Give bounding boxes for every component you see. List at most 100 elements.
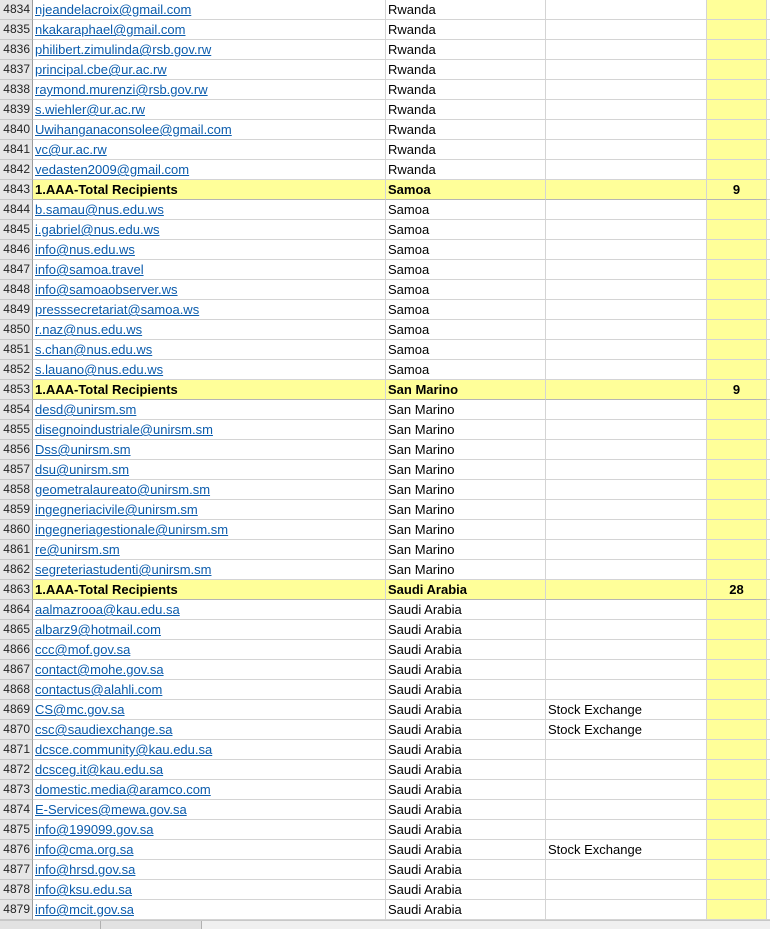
row-number[interactable]: 4834 (0, 0, 33, 20)
row-number[interactable]: 4853 (0, 380, 33, 400)
row-number[interactable]: 4850 (0, 320, 33, 340)
count-cell[interactable]: 9 (707, 180, 767, 200)
count-cell[interactable] (707, 900, 767, 920)
category-cell[interactable] (546, 400, 707, 420)
email-link[interactable]: info@hrsd.gov.sa (35, 862, 135, 877)
count-cell[interactable] (707, 280, 767, 300)
category-cell[interactable] (546, 320, 707, 340)
row-number[interactable]: 4857 (0, 460, 33, 480)
email-link[interactable]: info@mcit.gov.sa (35, 902, 134, 917)
row-number[interactable]: 4843 (0, 180, 33, 200)
count-cell[interactable] (707, 520, 767, 540)
category-cell[interactable] (546, 780, 707, 800)
country-cell[interactable]: Rwanda (386, 0, 546, 20)
country-cell[interactable]: Samoa (386, 180, 546, 200)
email-link[interactable]: ingegneriagestionale@unirsm.sm (35, 522, 228, 537)
row-number[interactable]: 4879 (0, 900, 33, 920)
email-link[interactable]: vedasten2009@gmail.com (35, 162, 189, 177)
email-cell[interactable]: info@199099.gov.sa (33, 820, 386, 840)
row-number[interactable]: 4844 (0, 200, 33, 220)
email-cell[interactable]: principal.cbe@ur.ac.rw (33, 60, 386, 80)
row-number[interactable]: 4870 (0, 720, 33, 740)
row-number[interactable]: 4867 (0, 660, 33, 680)
category-cell[interactable] (546, 880, 707, 900)
country-cell[interactable]: Saudi Arabia (386, 620, 546, 640)
count-cell[interactable] (707, 740, 767, 760)
email-cell[interactable]: albarz9@hotmail.com (33, 620, 386, 640)
row-number[interactable]: 4878 (0, 880, 33, 900)
email-cell[interactable]: contact@mohe.gov.sa (33, 660, 386, 680)
count-cell[interactable] (707, 440, 767, 460)
country-cell[interactable]: San Marino (386, 400, 546, 420)
row-number[interactable]: 4858 (0, 480, 33, 500)
row-number[interactable]: 4840 (0, 120, 33, 140)
email-link[interactable]: nkakaraphael@gmail.com (35, 22, 186, 37)
category-cell[interactable] (546, 620, 707, 640)
country-cell[interactable]: Samoa (386, 240, 546, 260)
count-cell[interactable] (707, 100, 767, 120)
email-link[interactable]: dsu@unirsm.sm (35, 462, 129, 477)
category-cell[interactable] (546, 380, 707, 400)
country-cell[interactable]: Saudi Arabia (386, 720, 546, 740)
category-cell[interactable] (546, 440, 707, 460)
category-cell[interactable] (546, 300, 707, 320)
country-cell[interactable]: Saudi Arabia (386, 640, 546, 660)
country-cell[interactable]: Samoa (386, 300, 546, 320)
count-cell[interactable] (707, 140, 767, 160)
category-cell[interactable] (546, 240, 707, 260)
category-cell[interactable] (546, 420, 707, 440)
count-cell[interactable] (707, 200, 767, 220)
email-cell[interactable]: info@samoaobserver.ws (33, 280, 386, 300)
email-cell[interactable]: csc@saudiexchange.sa (33, 720, 386, 740)
count-cell[interactable] (707, 680, 767, 700)
email-cell[interactable]: dsu@unirsm.sm (33, 460, 386, 480)
email-cell[interactable]: nkakaraphael@gmail.com (33, 20, 386, 40)
country-cell[interactable]: Rwanda (386, 20, 546, 40)
email-link[interactable]: dcsce.community@kau.edu.sa (35, 742, 212, 757)
category-cell[interactable] (546, 560, 707, 580)
country-cell[interactable]: Rwanda (386, 80, 546, 100)
category-cell[interactable]: Stock Exchange (546, 700, 707, 720)
count-cell[interactable] (707, 620, 767, 640)
country-cell[interactable]: Saudi Arabia (386, 680, 546, 700)
row-number[interactable]: 4846 (0, 240, 33, 260)
count-cell[interactable] (707, 20, 767, 40)
count-cell[interactable] (707, 260, 767, 280)
count-cell[interactable] (707, 560, 767, 580)
row-number[interactable]: 4877 (0, 860, 33, 880)
email-cell[interactable]: geometralaureato@unirsm.sm (33, 480, 386, 500)
count-cell[interactable] (707, 300, 767, 320)
country-cell[interactable]: Saudi Arabia (386, 900, 546, 920)
count-cell[interactable] (707, 840, 767, 860)
row-number[interactable]: 4847 (0, 260, 33, 280)
country-cell[interactable]: Saudi Arabia (386, 780, 546, 800)
category-cell[interactable] (546, 740, 707, 760)
country-cell[interactable]: Saudi Arabia (386, 800, 546, 820)
email-link[interactable]: info@samoa.travel (35, 262, 144, 277)
row-number[interactable]: 4842 (0, 160, 33, 180)
count-cell[interactable] (707, 360, 767, 380)
country-cell[interactable]: Rwanda (386, 100, 546, 120)
count-cell[interactable] (707, 420, 767, 440)
row-number[interactable]: 4860 (0, 520, 33, 540)
email-link[interactable]: csc@saudiexchange.sa (35, 722, 173, 737)
category-cell[interactable] (546, 640, 707, 660)
row-number[interactable]: 4841 (0, 140, 33, 160)
email-cell[interactable]: r.naz@nus.edu.ws (33, 320, 386, 340)
row-number[interactable]: 4876 (0, 840, 33, 860)
country-cell[interactable]: Samoa (386, 280, 546, 300)
category-cell[interactable] (546, 660, 707, 680)
email-cell[interactable]: ingegneriacivile@unirsm.sm (33, 500, 386, 520)
row-number[interactable]: 4865 (0, 620, 33, 640)
country-cell[interactable]: Rwanda (386, 160, 546, 180)
count-cell[interactable] (707, 600, 767, 620)
email-link[interactable]: segreteriastudenti@unirsm.sm (35, 562, 211, 577)
category-cell[interactable] (546, 800, 707, 820)
row-number[interactable]: 4851 (0, 340, 33, 360)
row-number[interactable]: 4862 (0, 560, 33, 580)
country-cell[interactable]: Samoa (386, 340, 546, 360)
category-cell[interactable] (546, 760, 707, 780)
email-cell[interactable]: re@unirsm.sm (33, 540, 386, 560)
count-cell[interactable] (707, 400, 767, 420)
email-cell[interactable]: aalmazrooa@kau.edu.sa (33, 600, 386, 620)
